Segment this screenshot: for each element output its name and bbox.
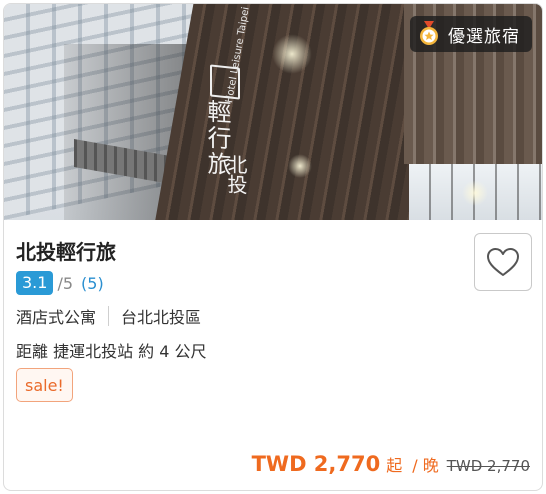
hotel-card[interactable]: 輕行旅 北投 Hotel Leisure Taipei 優選旅宿 北投輕行旅 3… bbox=[3, 3, 543, 491]
rating-score: 3.1 bbox=[16, 271, 54, 295]
hotel-name[interactable]: 北投輕行旅 bbox=[16, 236, 116, 265]
photo-light-flare bbox=[272, 34, 312, 74]
hotel-sign-chinese-2: 北投 bbox=[224, 153, 248, 196]
award-medal-icon bbox=[420, 21, 438, 45]
photo-light-flare bbox=[462, 180, 488, 206]
badge-label: 優選旅宿 bbox=[448, 26, 520, 47]
review-count-link[interactable]: (5) bbox=[81, 274, 104, 293]
favorite-button[interactable] bbox=[474, 233, 532, 291]
hotel-photo[interactable]: 輕行旅 北投 Hotel Leisure Taipei 優選旅宿 bbox=[4, 4, 542, 220]
rating-row: 3.1 /5 (5) bbox=[16, 271, 104, 295]
price-row: TWD 2,770 起 / 晚 TWD 2,770 bbox=[252, 452, 530, 476]
property-info-row: 酒店式公寓 台北北投區 bbox=[16, 304, 201, 328]
distance-to-station: 距離 捷運北投站 約 4 公尺 bbox=[16, 342, 207, 361]
preferred-stay-badge: 優選旅宿 bbox=[410, 16, 532, 52]
heart-outline-icon bbox=[487, 248, 519, 276]
price-from-label: 起 bbox=[386, 456, 403, 475]
sale-tag: sale! bbox=[16, 368, 73, 402]
per-night-label: / 晚 bbox=[412, 456, 439, 475]
divider bbox=[108, 306, 110, 326]
property-location: 台北北投區 bbox=[121, 308, 202, 327]
rating-max: /5 bbox=[57, 273, 74, 293]
photo-light-flare bbox=[288, 154, 312, 178]
original-price: TWD 2,770 bbox=[446, 457, 530, 475]
current-price: TWD 2,770 bbox=[251, 452, 381, 476]
property-type: 酒店式公寓 bbox=[16, 308, 97, 327]
